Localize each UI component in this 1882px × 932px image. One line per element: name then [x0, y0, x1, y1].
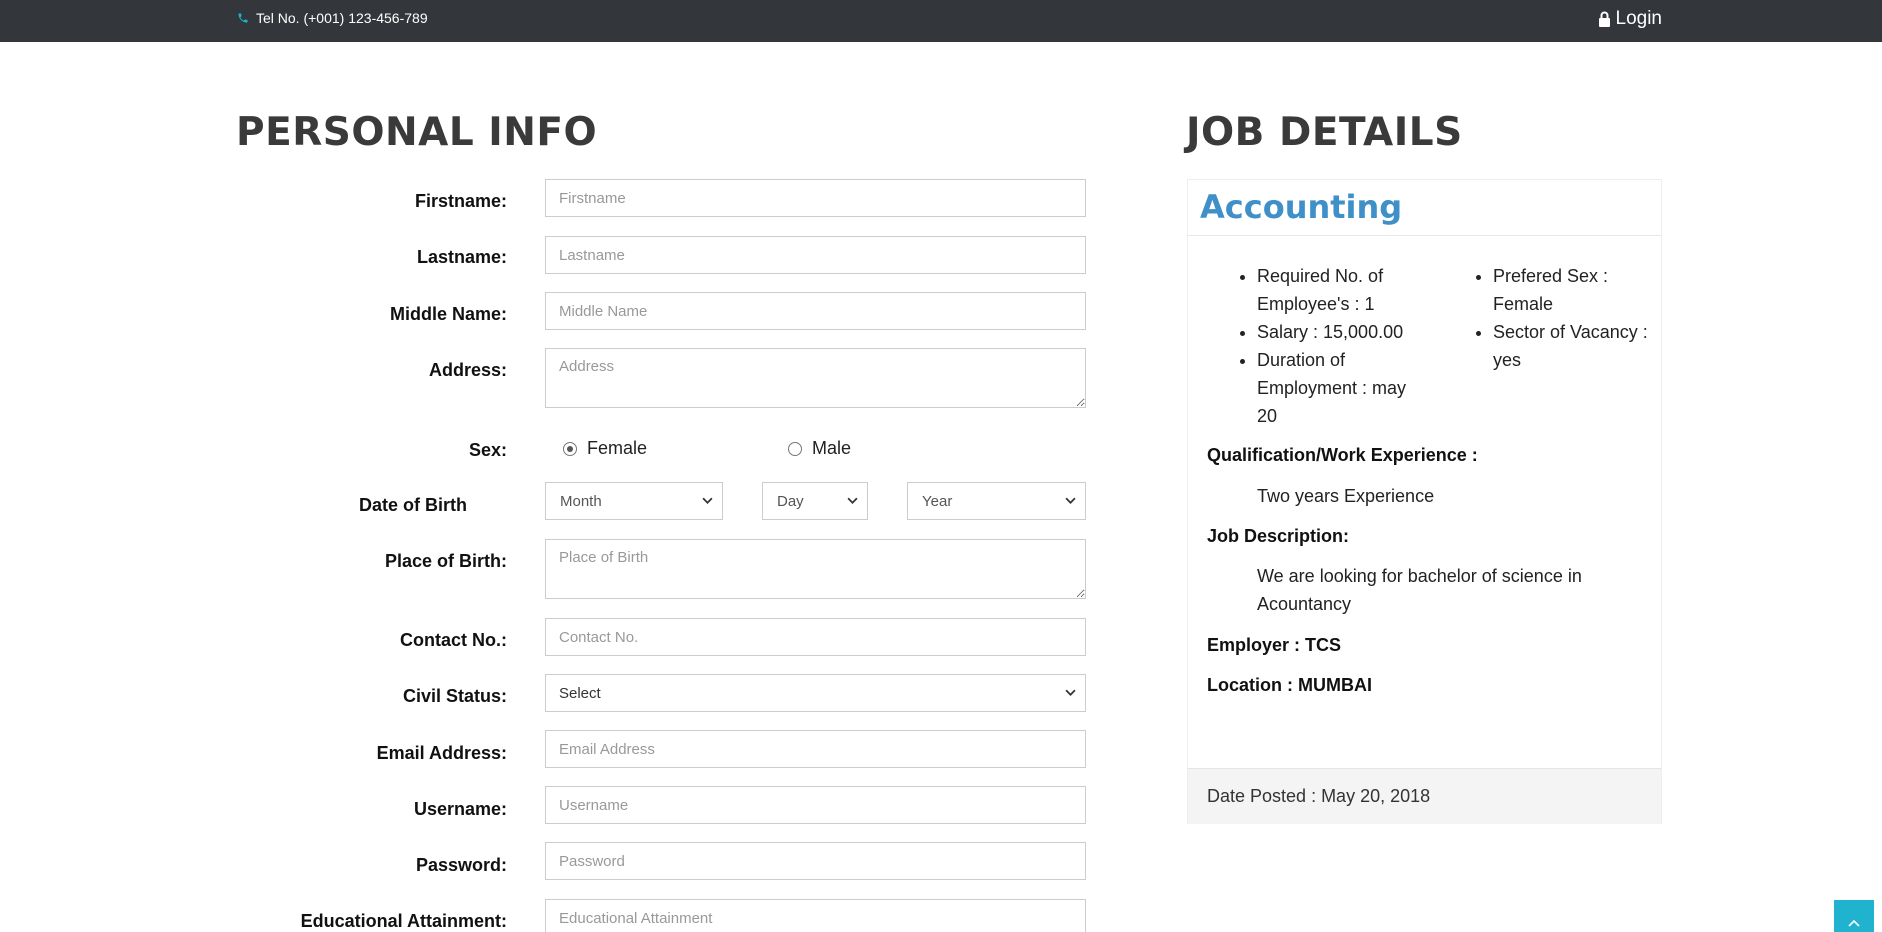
- username-label: Username:: [413, 799, 507, 819]
- civil-status-wrap: Select: [545, 674, 1086, 712]
- description-heading: Job Description:: [1207, 526, 1350, 546]
- divider: [1188, 235, 1661, 236]
- dob-day-select[interactable]: Day: [762, 482, 868, 520]
- list-item: Required No. of Employee's : 1: [1257, 262, 1417, 318]
- dob-day-wrap: Day: [762, 482, 868, 520]
- email-input[interactable]: [545, 730, 1086, 768]
- sex-male-label: Male: [812, 438, 852, 458]
- password-input[interactable]: [545, 842, 1086, 880]
- dob-year-select[interactable]: Year: [907, 482, 1086, 520]
- tel-text: Tel No. (+001) 123-456-789: [256, 10, 428, 26]
- sex-label: Sex:: [468, 440, 507, 460]
- top-bar: Tel No. (+001) 123-456-789 Login: [0, 0, 1882, 42]
- middlename-label: Middle Name:: [389, 304, 507, 324]
- personal-info-title: PERSONAL INFO: [236, 110, 598, 155]
- radio-checked-icon: [563, 441, 577, 456]
- lastname-input[interactable]: [545, 236, 1086, 274]
- username-input[interactable]: [545, 786, 1086, 824]
- civil-status-label: Civil Status:: [402, 686, 507, 706]
- login-link[interactable]: Login: [1598, 8, 1663, 30]
- phone-icon: [238, 13, 248, 23]
- address-textarea[interactable]: [545, 348, 1086, 408]
- chevron-up-icon: [1848, 919, 1860, 927]
- sex-male-radio[interactable]: Male: [788, 438, 851, 459]
- dob-month-wrap: Month: [545, 482, 723, 520]
- pob-label: Place of Birth:: [384, 551, 507, 571]
- dob-year-wrap: Year: [907, 482, 1086, 520]
- civil-status-select[interactable]: Select: [545, 674, 1086, 712]
- password-label: Password:: [415, 855, 507, 875]
- login-label: Login: [1615, 8, 1663, 29]
- lock-icon: [1598, 11, 1610, 27]
- lastname-label: Lastname:: [416, 247, 507, 267]
- contact-label: Contact No.:: [400, 630, 507, 650]
- job-info-list-right: Prefered Sex : Female Sector of Vacancy …: [1493, 262, 1653, 374]
- dob-label: Date of Birth: [359, 495, 467, 515]
- middlename-input[interactable]: [545, 292, 1086, 330]
- employer-text: Employer : TCS: [1207, 635, 1342, 655]
- list-item: Duration of Employment : may 20: [1257, 346, 1417, 430]
- scroll-to-top-button[interactable]: [1834, 900, 1874, 932]
- contact-input[interactable]: [545, 618, 1086, 656]
- tel-info: Tel No. (+001) 123-456-789: [237, 10, 428, 26]
- list-item: Sector of Vacancy : yes: [1493, 318, 1653, 374]
- description-text: We are looking for bachelor of science i…: [1257, 566, 1582, 614]
- date-posted: Date Posted : May 20, 2018: [1188, 768, 1661, 824]
- firstname-label: Firstname:: [414, 191, 507, 211]
- job-card: Accounting Required No. of Employee's : …: [1187, 179, 1662, 824]
- list-item: Salary : 15,000.00: [1257, 318, 1417, 346]
- sex-female-radio[interactable]: Female: [563, 438, 647, 459]
- sex-female-label: Female: [587, 438, 648, 458]
- list-item: Prefered Sex : Female: [1493, 262, 1653, 318]
- qualification-heading: Qualification/Work Experience :: [1207, 445, 1478, 465]
- job-title[interactable]: Accounting: [1200, 188, 1402, 226]
- job-info-list-left: Required No. of Employee's : 1 Salary : …: [1257, 262, 1417, 430]
- radio-unchecked-icon: [788, 441, 802, 456]
- dob-month-select[interactable]: Month: [545, 482, 723, 520]
- pob-textarea[interactable]: [545, 539, 1086, 599]
- firstname-input[interactable]: [545, 179, 1086, 217]
- education-label: Educational Attainment:: [300, 911, 507, 931]
- location-text: Location : MUMBAI: [1207, 675, 1372, 695]
- qualification-text: Two years Experience: [1257, 486, 1435, 506]
- email-label: Email Address:: [376, 743, 507, 763]
- job-details-title: JOB DETAILS: [1186, 110, 1463, 155]
- education-input[interactable]: [545, 899, 1086, 932]
- address-label: Address:: [428, 360, 507, 380]
